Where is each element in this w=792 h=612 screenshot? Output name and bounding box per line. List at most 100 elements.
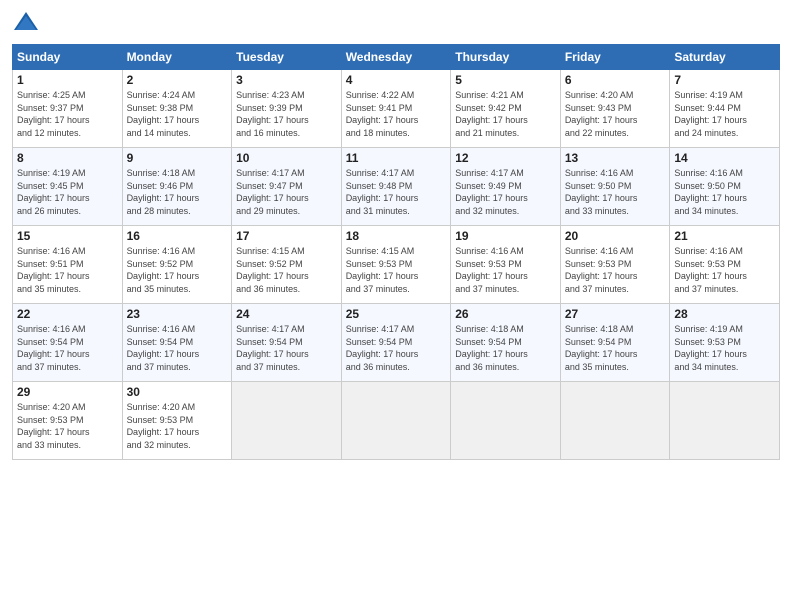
calendar-cell	[451, 382, 561, 460]
day-detail: Sunrise: 4:20 AM Sunset: 9:43 PM Dayligh…	[565, 90, 638, 138]
logo-icon	[12, 10, 40, 38]
day-number: 28	[674, 307, 775, 321]
weekday-header-row: SundayMondayTuesdayWednesdayThursdayFrid…	[13, 45, 780, 70]
weekday-saturday: Saturday	[670, 45, 780, 70]
day-detail: Sunrise: 4:17 AM Sunset: 9:54 PM Dayligh…	[236, 324, 309, 372]
weekday-sunday: Sunday	[13, 45, 123, 70]
calendar-week-3: 15 Sunrise: 4:16 AM Sunset: 9:51 PM Dayli…	[13, 226, 780, 304]
day-number: 10	[236, 151, 337, 165]
day-number: 13	[565, 151, 666, 165]
calendar-cell: 21Sunrise: 4:16 AM Sunset: 9:53 PM Dayli…	[670, 226, 780, 304]
calendar-week-1: 1 Sunrise: 4:25 AM Sunset: 9:37 PM Daylig…	[13, 70, 780, 148]
calendar-cell: 7 Sunrise: 4:19 AM Sunset: 9:44 PM Daylig…	[670, 70, 780, 148]
day-number: 21	[674, 229, 775, 243]
calendar-cell: 13 Sunrise: 4:16 AM Sunset: 9:50 PM Dayli…	[560, 148, 670, 226]
calendar-week-5: 29 Sunrise: 4:20 AM Sunset: 9:53 PM Dayli…	[13, 382, 780, 460]
calendar-cell: 12 Sunrise: 4:17 AM Sunset: 9:49 PM Dayli…	[451, 148, 561, 226]
day-number: 7	[674, 73, 775, 87]
day-detail: Sunrise: 4:20 AM Sunset: 9:53 PM Dayligh…	[17, 402, 90, 450]
calendar-cell: 29 Sunrise: 4:20 AM Sunset: 9:53 PM Dayli…	[13, 382, 123, 460]
day-detail: Sunrise: 4:17 AM Sunset: 9:48 PM Dayligh…	[346, 168, 419, 216]
day-detail: Sunrise: 4:25 AM Sunset: 9:37 PM Dayligh…	[17, 90, 90, 138]
calendar-cell: 22 Sunrise: 4:16 AM Sunset: 9:54 PM Dayli…	[13, 304, 123, 382]
day-detail: Sunrise: 4:19 AM Sunset: 9:44 PM Dayligh…	[674, 90, 747, 138]
day-detail: Sunrise: 4:16 AM Sunset: 9:50 PM Dayligh…	[565, 168, 638, 216]
calendar-cell: 1 Sunrise: 4:25 AM Sunset: 9:37 PM Daylig…	[13, 70, 123, 148]
day-detail: Sunrise: 4:19 AM Sunset: 9:45 PM Dayligh…	[17, 168, 90, 216]
calendar-cell: 20Sunrise: 4:16 AM Sunset: 9:53 PM Dayli…	[560, 226, 670, 304]
weekday-tuesday: Tuesday	[232, 45, 342, 70]
day-number: 30	[127, 385, 228, 399]
page-container: SundayMondayTuesdayWednesdayThursdayFrid…	[0, 0, 792, 612]
day-detail: Sunrise: 4:15 AM Sunset: 9:53 PM Dayligh…	[346, 246, 419, 294]
day-number: 11	[346, 151, 447, 165]
day-detail: Sunrise: 4:19 AM Sunset: 9:53 PM Dayligh…	[674, 324, 747, 372]
day-detail: Sunrise: 4:20 AM Sunset: 9:53 PM Dayligh…	[127, 402, 200, 450]
weekday-monday: Monday	[122, 45, 232, 70]
day-number: 15	[17, 229, 118, 243]
day-number: 17	[236, 229, 337, 243]
day-number: 18	[346, 229, 447, 243]
calendar-cell: 8Sunrise: 4:19 AM Sunset: 9:45 PM Daylig…	[13, 148, 123, 226]
calendar-cell: 9Sunrise: 4:18 AM Sunset: 9:46 PM Daylig…	[122, 148, 232, 226]
calendar-cell: 26Sunrise: 4:18 AM Sunset: 9:54 PM Dayli…	[451, 304, 561, 382]
page-header	[12, 10, 780, 38]
day-number: 4	[346, 73, 447, 87]
day-number: 23	[127, 307, 228, 321]
day-number: 12	[455, 151, 556, 165]
day-detail: Sunrise: 4:16 AM Sunset: 9:53 PM Dayligh…	[565, 246, 638, 294]
day-number: 6	[565, 73, 666, 87]
calendar-cell: 15 Sunrise: 4:16 AM Sunset: 9:51 PM Dayli…	[13, 226, 123, 304]
calendar-cell: 16 Sunrise: 4:16 AM Sunset: 9:52 PM Dayli…	[122, 226, 232, 304]
calendar-cell: 19Sunrise: 4:16 AM Sunset: 9:53 PM Dayli…	[451, 226, 561, 304]
day-detail: Sunrise: 4:22 AM Sunset: 9:41 PM Dayligh…	[346, 90, 419, 138]
calendar-week-2: 8Sunrise: 4:19 AM Sunset: 9:45 PM Daylig…	[13, 148, 780, 226]
weekday-thursday: Thursday	[451, 45, 561, 70]
day-detail: Sunrise: 4:17 AM Sunset: 9:54 PM Dayligh…	[346, 324, 419, 372]
calendar-cell: 24 Sunrise: 4:17 AM Sunset: 9:54 PM Dayli…	[232, 304, 342, 382]
calendar-cell	[670, 382, 780, 460]
calendar-cell: 28 Sunrise: 4:19 AM Sunset: 9:53 PM Dayli…	[670, 304, 780, 382]
day-number: 25	[346, 307, 447, 321]
day-detail: Sunrise: 4:16 AM Sunset: 9:52 PM Dayligh…	[127, 246, 200, 294]
calendar-cell: 25 Sunrise: 4:17 AM Sunset: 9:54 PM Dayli…	[341, 304, 451, 382]
day-number: 22	[17, 307, 118, 321]
day-number: 16	[127, 229, 228, 243]
calendar-cell: 27 Sunrise: 4:18 AM Sunset: 9:54 PM Dayli…	[560, 304, 670, 382]
calendar-cell	[232, 382, 342, 460]
day-number: 1	[17, 73, 118, 87]
calendar-cell: 4 Sunrise: 4:22 AM Sunset: 9:41 PM Daylig…	[341, 70, 451, 148]
day-detail: Sunrise: 4:16 AM Sunset: 9:51 PM Dayligh…	[17, 246, 90, 294]
day-number: 19	[455, 229, 556, 243]
weekday-wednesday: Wednesday	[341, 45, 451, 70]
day-detail: Sunrise: 4:23 AM Sunset: 9:39 PM Dayligh…	[236, 90, 309, 138]
calendar-cell: 2 Sunrise: 4:24 AM Sunset: 9:38 PM Daylig…	[122, 70, 232, 148]
calendar-cell: 6 Sunrise: 4:20 AM Sunset: 9:43 PM Daylig…	[560, 70, 670, 148]
day-number: 9	[127, 151, 228, 165]
day-detail: Sunrise: 4:15 AM Sunset: 9:52 PM Dayligh…	[236, 246, 309, 294]
calendar-cell: 3Sunrise: 4:23 AM Sunset: 9:39 PM Daylig…	[232, 70, 342, 148]
day-number: 2	[127, 73, 228, 87]
day-detail: Sunrise: 4:17 AM Sunset: 9:47 PM Dayligh…	[236, 168, 309, 216]
calendar-cell: 30 Sunrise: 4:20 AM Sunset: 9:53 PM Dayli…	[122, 382, 232, 460]
day-number: 24	[236, 307, 337, 321]
day-detail: Sunrise: 4:16 AM Sunset: 9:54 PM Dayligh…	[17, 324, 90, 372]
calendar-cell: 5 Sunrise: 4:21 AM Sunset: 9:42 PM Daylig…	[451, 70, 561, 148]
calendar-week-4: 22 Sunrise: 4:16 AM Sunset: 9:54 PM Dayli…	[13, 304, 780, 382]
day-detail: Sunrise: 4:18 AM Sunset: 9:54 PM Dayligh…	[455, 324, 528, 372]
calendar-cell: 10 Sunrise: 4:17 AM Sunset: 9:47 PM Dayli…	[232, 148, 342, 226]
calendar-cell: 14 Sunrise: 4:16 AM Sunset: 9:50 PM Dayli…	[670, 148, 780, 226]
day-number: 29	[17, 385, 118, 399]
weekday-friday: Friday	[560, 45, 670, 70]
day-number: 27	[565, 307, 666, 321]
day-number: 14	[674, 151, 775, 165]
day-detail: Sunrise: 4:21 AM Sunset: 9:42 PM Dayligh…	[455, 90, 528, 138]
calendar-header: SundayMondayTuesdayWednesdayThursdayFrid…	[13, 45, 780, 70]
day-detail: Sunrise: 4:16 AM Sunset: 9:50 PM Dayligh…	[674, 168, 747, 216]
calendar-cell: 17 Sunrise: 4:15 AM Sunset: 9:52 PM Dayli…	[232, 226, 342, 304]
calendar-cell	[560, 382, 670, 460]
day-number: 5	[455, 73, 556, 87]
day-detail: Sunrise: 4:17 AM Sunset: 9:49 PM Dayligh…	[455, 168, 528, 216]
day-detail: Sunrise: 4:18 AM Sunset: 9:54 PM Dayligh…	[565, 324, 638, 372]
day-detail: Sunrise: 4:24 AM Sunset: 9:38 PM Dayligh…	[127, 90, 200, 138]
